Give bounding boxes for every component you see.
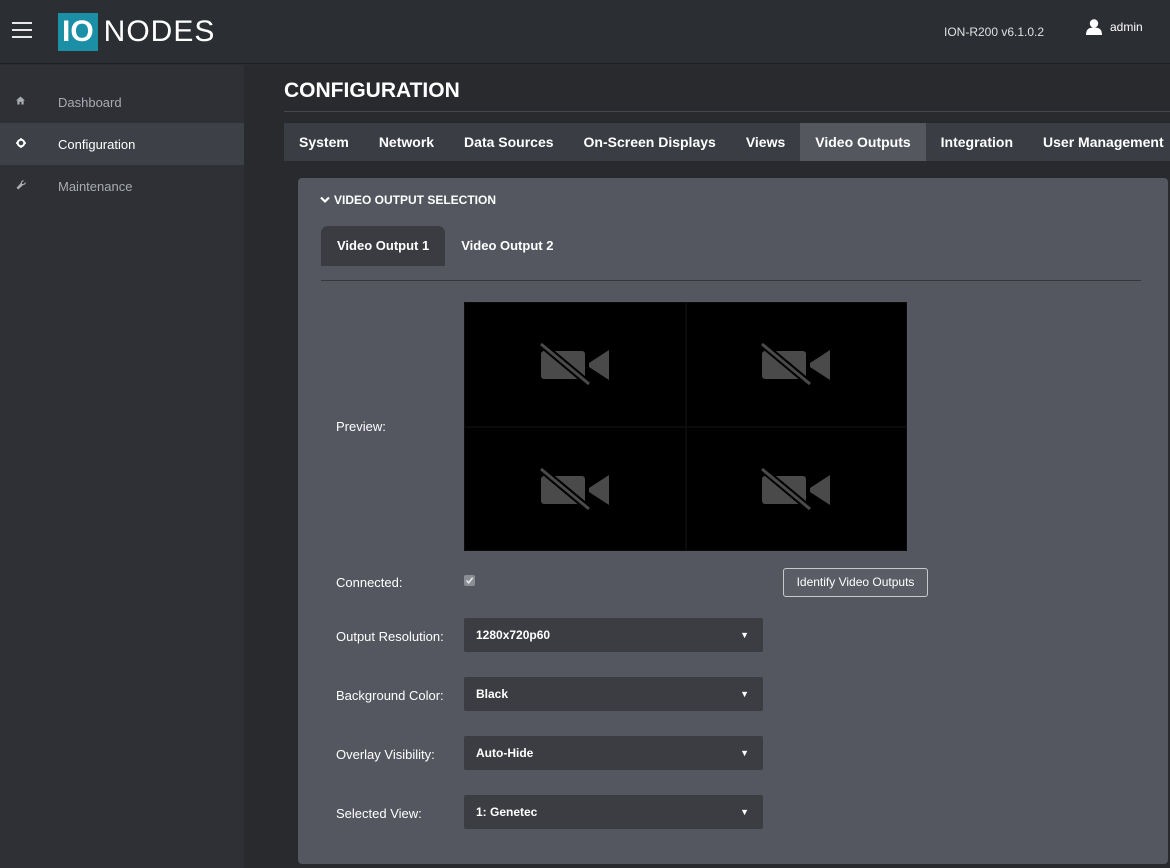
sidebar: Dashboard Configuration Maintenance <box>0 65 244 868</box>
main-content: CONFIGURATION System Network Data Source… <box>244 65 1170 868</box>
caret-down-icon: ▼ <box>740 630 749 640</box>
device-version: ION-R200 v6.1.0.2 <box>944 25 1045 39</box>
preview-cell <box>685 426 907 551</box>
chevron-down-icon <box>320 196 330 204</box>
sidebar-item-label: Configuration <box>58 136 136 152</box>
preview-cell <box>464 426 686 551</box>
identify-video-outputs-button[interactable]: Identify Video Outputs <box>783 568 928 597</box>
video-off-icon <box>538 342 609 387</box>
gear-icon <box>0 137 58 151</box>
app-logo[interactable]: IO NODES <box>58 13 216 51</box>
user-menu[interactable]: admin <box>1085 19 1143 35</box>
tab-views[interactable]: Views <box>731 123 800 161</box>
subtab-divider <box>321 280 1141 281</box>
output-subtabs: Video Output 1 Video Output 2 <box>321 226 569 266</box>
user-icon <box>1086 19 1102 35</box>
background-color-select[interactable]: Black ▼ <box>464 677 763 711</box>
sidebar-item-configuration[interactable]: Configuration <box>0 123 244 165</box>
logo-io: IO <box>58 13 98 51</box>
preview-cell <box>464 302 686 427</box>
output-resolution-select[interactable]: 1280x720p60 ▼ <box>464 618 763 652</box>
video-off-icon <box>760 466 831 511</box>
preview-label: Preview: <box>336 419 386 434</box>
tab-video-outputs[interactable]: Video Outputs <box>800 123 926 161</box>
tab-user-management[interactable]: User Management <box>1028 123 1170 161</box>
sidebar-item-label: Maintenance <box>58 178 133 194</box>
overlay-visibility-label: Overlay Visibility: <box>336 747 435 762</box>
sidebar-item-label: Dashboard <box>58 94 122 110</box>
video-preview <box>464 302 907 551</box>
select-value: Auto-Hide <box>476 746 534 760</box>
config-tabs: System Network Data Sources On-Screen Di… <box>284 123 1170 161</box>
tab-integration[interactable]: Integration <box>926 123 1028 161</box>
logo-nodes: NODES <box>103 15 216 48</box>
selected-view-select[interactable]: 1: Genetec ▼ <box>464 795 763 829</box>
selected-view-label: Selected View: <box>336 806 422 821</box>
video-off-icon <box>538 466 609 511</box>
home-icon <box>0 96 58 108</box>
username: admin <box>1110 20 1143 34</box>
tab-on-screen-displays[interactable]: On-Screen Displays <box>569 123 731 161</box>
section-toggle[interactable]: VIDEO OUTPUT SELECTION <box>320 193 496 207</box>
select-value: Black <box>476 687 509 701</box>
top-bar: IO NODES ION-R200 v6.1.0.2 admin <box>0 0 1170 64</box>
connected-checkbox[interactable] <box>464 575 475 586</box>
connected-label: Connected: <box>336 575 403 590</box>
select-value: 1: Genetec <box>476 805 538 819</box>
caret-down-icon: ▼ <box>740 689 749 699</box>
check-icon <box>465 577 474 585</box>
output-resolution-label: Output Resolution: <box>336 629 444 644</box>
wrench-icon <box>0 179 58 193</box>
caret-down-icon: ▼ <box>740 748 749 758</box>
preview-cell <box>685 302 907 427</box>
hamburger-menu-icon[interactable] <box>12 22 32 38</box>
tab-data-sources[interactable]: Data Sources <box>449 123 568 161</box>
tab-network[interactable]: Network <box>364 123 449 161</box>
select-value: 1280x720p60 <box>476 628 551 642</box>
page-title: CONFIGURATION <box>284 79 460 102</box>
sidebar-item-dashboard[interactable]: Dashboard <box>0 81 244 123</box>
caret-down-icon: ▼ <box>740 807 749 817</box>
title-divider <box>284 111 1170 112</box>
background-color-label: Background Color: <box>336 688 444 703</box>
video-output-panel: VIDEO OUTPUT SELECTION Video Output 1 Vi… <box>298 178 1168 864</box>
section-title: VIDEO OUTPUT SELECTION <box>334 193 497 207</box>
sidebar-item-maintenance[interactable]: Maintenance <box>0 165 244 207</box>
subtab-video-output-2[interactable]: Video Output 2 <box>445 226 569 266</box>
video-off-icon <box>760 342 831 387</box>
subtab-video-output-1[interactable]: Video Output 1 <box>321 226 446 266</box>
overlay-visibility-select[interactable]: Auto-Hide ▼ <box>464 736 763 770</box>
tab-system[interactable]: System <box>284 123 364 161</box>
